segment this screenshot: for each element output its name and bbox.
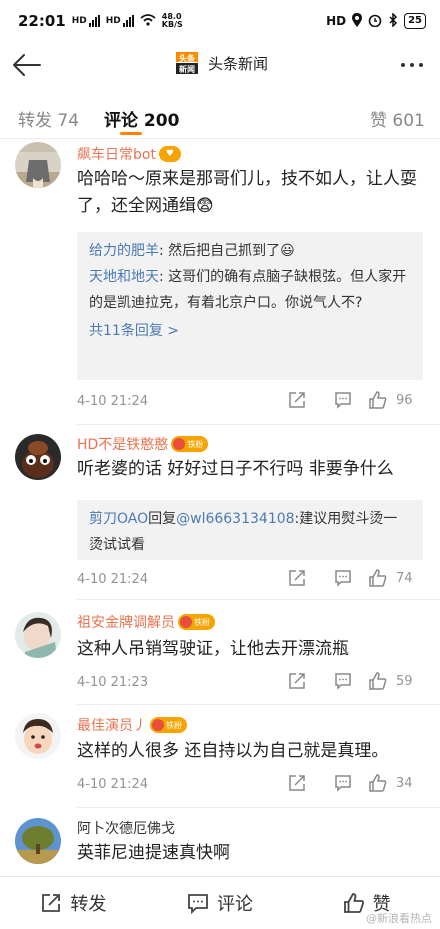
comment-item: 祖安金牌调解员 铁粉 这种人吊销驾驶证，让他去开漂流瓶 4-10 21:23 5… [0,600,440,705]
comment-item: 阿卜次德厄佛戈 英菲尼迪提速真快啊 [0,808,440,876]
active-tab-indicator [120,132,142,135]
fan-badge-icon: 铁粉 [150,717,187,733]
status-right: HD 25 [326,11,426,30]
thumbs-up-icon [369,672,387,690]
reply-icon[interactable] [320,569,366,587]
thumbs-up-icon [369,774,387,792]
reply-author[interactable]: 给力的肥羊 [89,243,159,259]
thumbs-up-icon [369,391,387,409]
comment-icon [188,894,208,914]
like-button[interactable]: 59 [368,671,426,691]
back-arrow-icon[interactable] [10,48,44,82]
comment-author[interactable]: HD不是铁憨憨 铁粉 [77,434,209,454]
alarm-icon [368,13,382,30]
thumbs-up-icon [343,893,364,913]
comment-actions: 74 [274,568,426,588]
divider [77,424,440,425]
reply-icon[interactable] [320,672,366,690]
reply-author[interactable]: 剪刀OAO [89,511,148,527]
comment-text: 听老婆的话 好好过日子不行吗 非要争什么 [77,459,394,479]
avatar[interactable] [15,713,61,759]
comment-time: 4-10 21:24 [77,777,149,792]
comment-author[interactable]: 祖安金牌调解员 铁粉 [77,612,215,632]
reply-icon[interactable] [320,774,366,792]
reply-author[interactable]: 天地和地天 [89,269,159,285]
reply-line: 天地和地天: 这哥们的确有点脑子缺根弦。但人家开的是凯迪拉克，有着北京户口。你说… [89,269,407,311]
comment-time: 4-10 21:24 [77,394,149,409]
status-left: 22:01 HD HD 48.0 KB/S [18,12,184,30]
repost-button[interactable]: 转发 [0,877,147,929]
comment-actions: 34 [274,773,426,793]
signal-2-icon: HD [106,15,134,27]
reply-icon[interactable] [320,391,366,409]
reply-box[interactable]: 剪刀OAO回复@wl6663134108:建议用熨斗烫一烫试试看 [77,500,423,560]
nav-account[interactable]: 头条 新闻 头条新闻 [174,50,268,76]
avatar[interactable] [15,434,61,480]
repost-icon [42,894,61,912]
fan-badge-icon: 铁粉 [171,436,209,452]
comment-author[interactable]: 阿卜次德厄佛戈 [77,818,175,838]
comment-actions: 96 [274,390,426,410]
like-count: 59 [396,673,413,689]
fan-badge-icon: 铁粉 [178,614,215,630]
clock: 22:01 [18,12,66,30]
wifi-icon [140,12,156,30]
signal-icon: HD [72,15,100,27]
more-replies-link[interactable]: 共11条回复 > [89,318,411,344]
share-icon[interactable] [274,391,320,409]
like-button[interactable]: 34 [368,773,426,793]
comment-author[interactable]: 飙车日常bot ♥ [77,144,181,164]
reply-mention[interactable]: @wl6663134108 [176,511,294,527]
like-button[interactable]: 96 [368,390,426,410]
tab-comments[interactable]: 评论 200 [104,106,179,131]
avatar[interactable] [15,612,61,658]
share-icon[interactable] [274,774,320,792]
comment-time: 4-10 21:24 [77,572,149,587]
nav-bar: 头条 新闻 头条新闻 [0,42,440,86]
comment-text: 英菲尼迪提速真快啊 [77,843,230,863]
like-count: 96 [396,392,413,408]
like-button[interactable]: 74 [368,568,426,588]
toutiao-logo: 头条 新闻 [174,50,200,76]
comment-button[interactable]: 评论 [147,877,294,929]
like-count: 34 [396,775,413,791]
bluetooth-icon [388,11,398,30]
vip-badge-icon: ♥ [158,146,181,162]
share-icon[interactable] [274,672,320,690]
nav-title: 头条新闻 [208,54,269,73]
watermark: @新浪看热点 [366,912,432,925]
network-speed: 48.0 KB/S [161,12,183,29]
comment-text: 这样的人很多 还自持以为自己就是真理。 [77,741,389,761]
thumbs-up-icon [369,569,387,587]
tab-repost[interactable]: 转发 74 [18,106,79,131]
comment-text: 哈哈哈～原来是那哥们儿，技不如人，让人耍了，还全网通缉😨 [77,169,417,216]
tab-divider [0,138,440,139]
svg-text:头条: 头条 [179,53,196,63]
comment-author[interactable]: 最佳演员丿 铁粉 [77,715,187,735]
share-icon[interactable] [274,569,320,587]
comment-item: HD不是铁憨憨 铁粉 听老婆的话 好好过日子不行吗 非要争什么 剪刀OAO回复@… [0,426,440,600]
svg-text:新闻: 新闻 [179,64,195,74]
comment-actions: 59 [274,671,426,691]
comment-item: 飙车日常bot ♥ 哈哈哈～原来是那哥们儿，技不如人，让人耍了，还全网通缉😨 给… [0,140,440,425]
comment-text: 这种人吊销驾驶证，让他去开漂流瓶 [77,639,349,659]
comment-item: 最佳演员丿 铁粉 这样的人很多 还自持以为自己就是真理。 4-10 21:24 … [0,705,440,808]
avatar[interactable] [15,142,61,188]
like-count: 74 [396,570,413,586]
more-dots-icon[interactable] [394,50,430,80]
tab-bar: 转发 74 评论 200 赞 601 [0,96,440,136]
tab-likes[interactable]: 赞 601 [370,106,425,131]
battery-icon: 25 [404,13,426,29]
reply-box[interactable]: 给力的肥羊: 然后把自己抓到了😃 天地和地天: 这哥们的确有点脑子缺根弦。但人家… [77,232,423,380]
location-icon [352,12,363,30]
avatar[interactable] [15,818,61,864]
comment-time: 4-10 21:23 [77,675,149,690]
reply-line: 给力的肥羊: 然后把自己抓到了😃 [89,243,295,259]
status-bar: 22:01 HD HD 48.0 KB/S HD 25 [0,0,440,42]
